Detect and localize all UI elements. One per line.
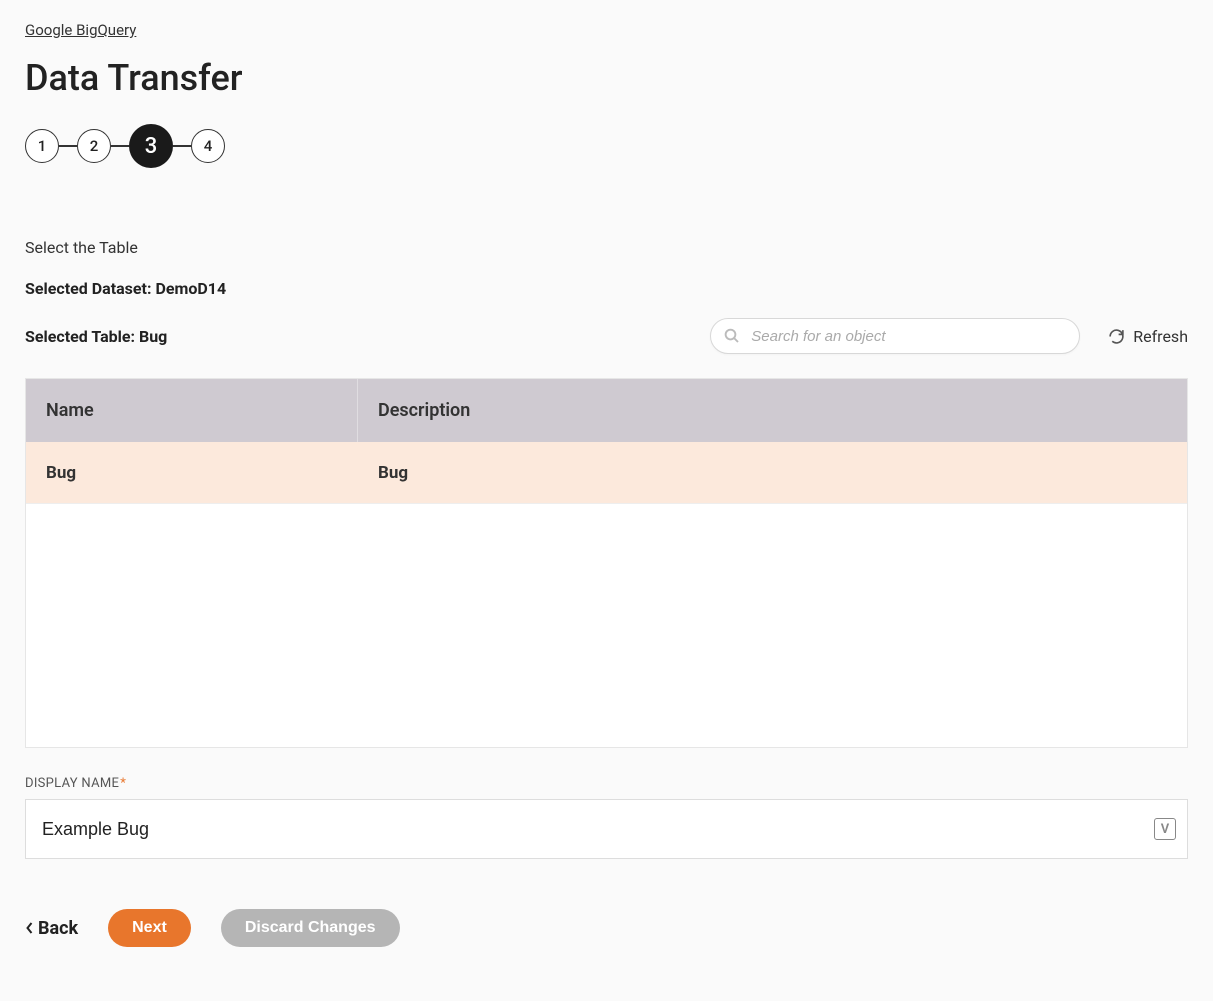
step-3[interactable]: 3	[129, 124, 173, 168]
back-button[interactable]: Back	[25, 918, 78, 939]
step-2[interactable]: 2	[77, 129, 111, 163]
search-input[interactable]	[751, 328, 1067, 345]
page-title: Data Transfer	[25, 57, 1188, 99]
selected-dataset: Selected Dataset: DemoD14	[25, 279, 1188, 298]
step-connector	[59, 145, 77, 147]
selected-table: Selected Table: Bug	[25, 327, 167, 346]
next-button[interactable]: Next	[108, 909, 191, 947]
back-label: Back	[38, 918, 78, 939]
search-field[interactable]	[710, 318, 1080, 354]
tables-table: Name Description Bug Bug	[25, 378, 1188, 748]
col-header-description[interactable]: Description	[358, 379, 1187, 442]
step-1[interactable]: 1	[25, 129, 59, 163]
step-connector	[173, 145, 191, 147]
refresh-label: Refresh	[1133, 327, 1188, 346]
col-header-name[interactable]: Name	[26, 379, 358, 442]
breadcrumb-link[interactable]: Google BigQuery	[25, 21, 136, 39]
step-4[interactable]: 4	[191, 129, 225, 163]
discard-button[interactable]: Discard Changes	[221, 909, 400, 947]
cell-description: Bug	[358, 463, 1187, 483]
display-name-label: DISPLAY NAME*	[25, 776, 1188, 791]
table-row[interactable]: Bug Bug	[26, 442, 1187, 504]
chevron-left-icon	[25, 921, 34, 935]
refresh-button[interactable]: Refresh	[1108, 327, 1188, 346]
table-header: Name Description	[26, 379, 1187, 442]
stepper: 1 2 3 4	[25, 124, 1188, 168]
required-marker: *	[120, 776, 126, 791]
variable-picker-icon[interactable]: V	[1154, 818, 1176, 840]
section-label: Select the Table	[25, 238, 1188, 257]
display-name-input[interactable]	[25, 799, 1188, 859]
cell-name: Bug	[26, 463, 358, 483]
step-connector	[111, 145, 129, 147]
refresh-icon	[1108, 328, 1125, 345]
search-icon	[723, 327, 741, 345]
